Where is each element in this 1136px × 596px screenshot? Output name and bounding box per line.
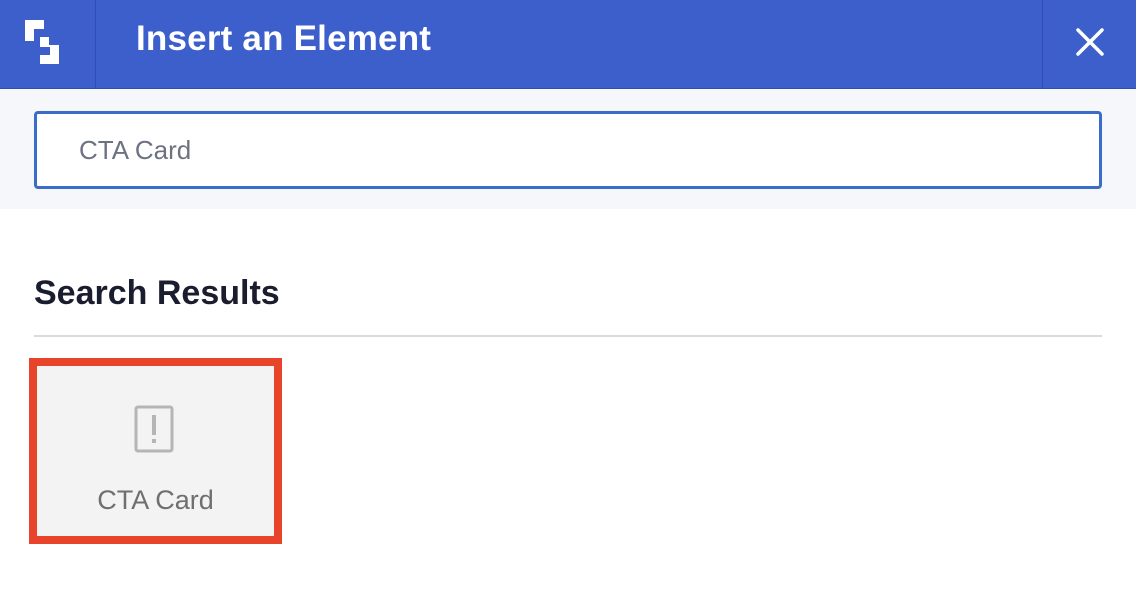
result-item-cta-card[interactable]: CTA Card (29, 358, 282, 544)
logo-container (0, 0, 96, 88)
dialog-title: Insert an Element (136, 19, 432, 58)
results-heading: Search Results (34, 274, 280, 312)
brand-logo-icon (24, 18, 68, 71)
alert-box-icon (133, 404, 177, 461)
dialog-header: Insert an Element (0, 0, 1136, 89)
search-bar (0, 89, 1136, 209)
close-icon (1075, 27, 1105, 62)
search-input[interactable] (34, 111, 1102, 189)
divider (34, 335, 1102, 337)
result-item-label: CTA Card (97, 485, 214, 515)
close-button[interactable] (1042, 0, 1136, 88)
